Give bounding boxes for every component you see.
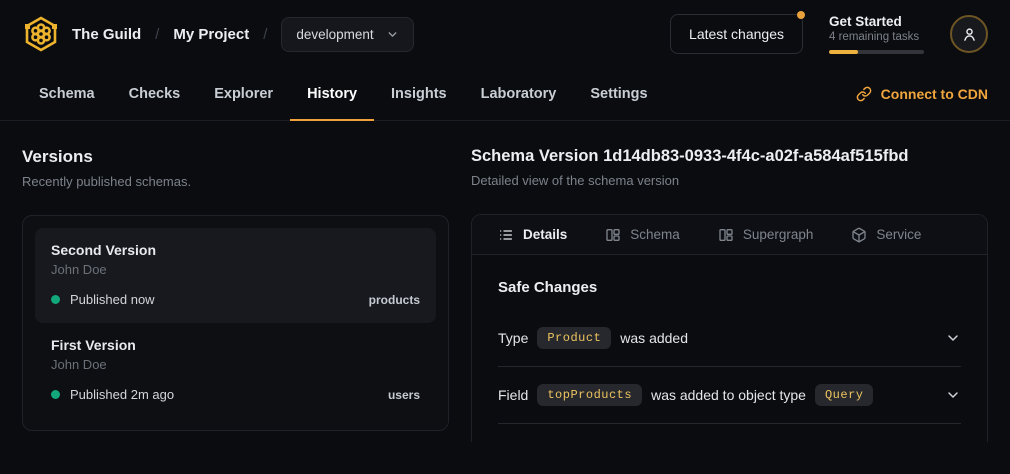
breadcrumb-project[interactable]: My Project [173, 26, 249, 43]
detail-column: Schema Version 1d14db83-0933-4f4c-a02f-a… [471, 147, 988, 442]
user-avatar[interactable] [950, 15, 988, 53]
tab-explorer[interactable]: Explorer [197, 68, 290, 121]
version-author: John Doe [51, 262, 420, 277]
cube-icon [851, 227, 867, 243]
connect-to-cdn-link[interactable]: Connect to CDN [856, 68, 988, 120]
version-name: First Version [51, 337, 420, 353]
change-prefix: Type [498, 330, 528, 346]
published-label: Published now [70, 292, 155, 307]
detail-tab-label: Schema [630, 227, 680, 242]
get-started-title: Get Started [829, 14, 924, 29]
chevron-down-icon [386, 28, 399, 41]
chevron-down-icon[interactable] [945, 387, 961, 403]
version-author: John Doe [51, 357, 420, 372]
code-chip: topProducts [537, 384, 642, 406]
safe-changes-title: Safe Changes [498, 279, 961, 296]
columns-icon [718, 227, 734, 243]
version-card-second[interactable]: Second Version John Doe Published now pr… [35, 228, 436, 323]
version-meta: Published now products [51, 292, 420, 307]
detail-tab-label: Service [876, 227, 921, 242]
version-card-first[interactable]: First Version John Doe Published 2m ago … [35, 323, 436, 418]
connect-to-cdn-label: Connect to CDN [881, 86, 988, 102]
user-icon [961, 26, 978, 43]
detail-panel: Details Schema [471, 214, 988, 442]
tab-insights[interactable]: Insights [374, 68, 464, 121]
service-name: products [369, 293, 420, 307]
target-selector-value: development [296, 27, 373, 42]
service-name: users [388, 388, 420, 402]
tab-settings[interactable]: Settings [573, 68, 664, 121]
change-middle: was added to object type [651, 387, 806, 403]
tab-laboratory[interactable]: Laboratory [464, 68, 574, 121]
header-right: Latest changes Get Started 4 remaining t… [670, 14, 988, 54]
detail-tab-schema[interactable]: Schema [605, 227, 680, 243]
versions-title: Versions [22, 147, 449, 167]
tab-checks[interactable]: Checks [112, 68, 198, 121]
chevron-down-icon[interactable] [945, 330, 961, 346]
detail-tabs: Details Schema [472, 215, 987, 255]
link-icon [856, 86, 872, 102]
published-status-dot [51, 295, 60, 304]
version-meta: Published 2m ago users [51, 387, 420, 402]
versions-subtitle: Recently published schemas. [22, 174, 449, 189]
detail-subtitle: Detailed view of the schema version [471, 173, 988, 188]
breadcrumb-separator: / [155, 26, 159, 43]
detail-tab-supergraph[interactable]: Supergraph [718, 227, 814, 243]
published-status-dot [51, 390, 60, 399]
columns-icon [605, 227, 621, 243]
versions-column: Versions Recently published schemas. Sec… [22, 147, 449, 442]
latest-changes-label: Latest changes [689, 26, 784, 42]
get-started-progress-fill [829, 50, 858, 54]
app-header: The Guild / My Project / development Lat… [0, 0, 1010, 68]
project-nav: Schema Checks Explorer History Insights … [0, 68, 1010, 121]
version-name: Second Version [51, 242, 420, 258]
code-chip: Product [537, 327, 611, 349]
main-content: Versions Recently published schemas. Sec… [0, 121, 1010, 442]
detail-tab-label: Supergraph [743, 227, 814, 242]
target-selector[interactable]: development [281, 17, 413, 52]
tab-schema[interactable]: Schema [22, 68, 112, 121]
change-row-field-topproducts[interactable]: Field topProducts was added to object ty… [498, 367, 961, 424]
breadcrumb-separator: / [263, 26, 267, 43]
published-label: Published 2m ago [70, 387, 174, 402]
get-started-subtitle: 4 remaining tasks [829, 31, 924, 43]
change-prefix: Field [498, 387, 528, 403]
tab-history[interactable]: History [290, 68, 374, 121]
list-icon [498, 227, 514, 243]
get-started-widget[interactable]: Get Started 4 remaining tasks [829, 14, 924, 54]
guild-logo-icon[interactable] [22, 15, 60, 53]
versions-list: Second Version John Doe Published now pr… [22, 215, 449, 431]
detail-tab-label: Details [523, 227, 567, 242]
detail-body: Safe Changes Type Product was added Fiel… [472, 255, 987, 424]
get-started-progressbar [829, 50, 924, 54]
notification-dot [797, 11, 805, 19]
detail-tab-service[interactable]: Service [851, 227, 921, 243]
change-row-type-product[interactable]: Type Product was added [498, 310, 961, 367]
code-chip: Query [815, 384, 874, 406]
latest-changes-button[interactable]: Latest changes [670, 14, 803, 54]
detail-title: Schema Version 1d14db83-0933-4f4c-a02f-a… [471, 147, 988, 166]
breadcrumb-org[interactable]: The Guild [72, 26, 141, 43]
detail-tab-details[interactable]: Details [498, 227, 567, 243]
change-middle: was added [620, 330, 688, 346]
